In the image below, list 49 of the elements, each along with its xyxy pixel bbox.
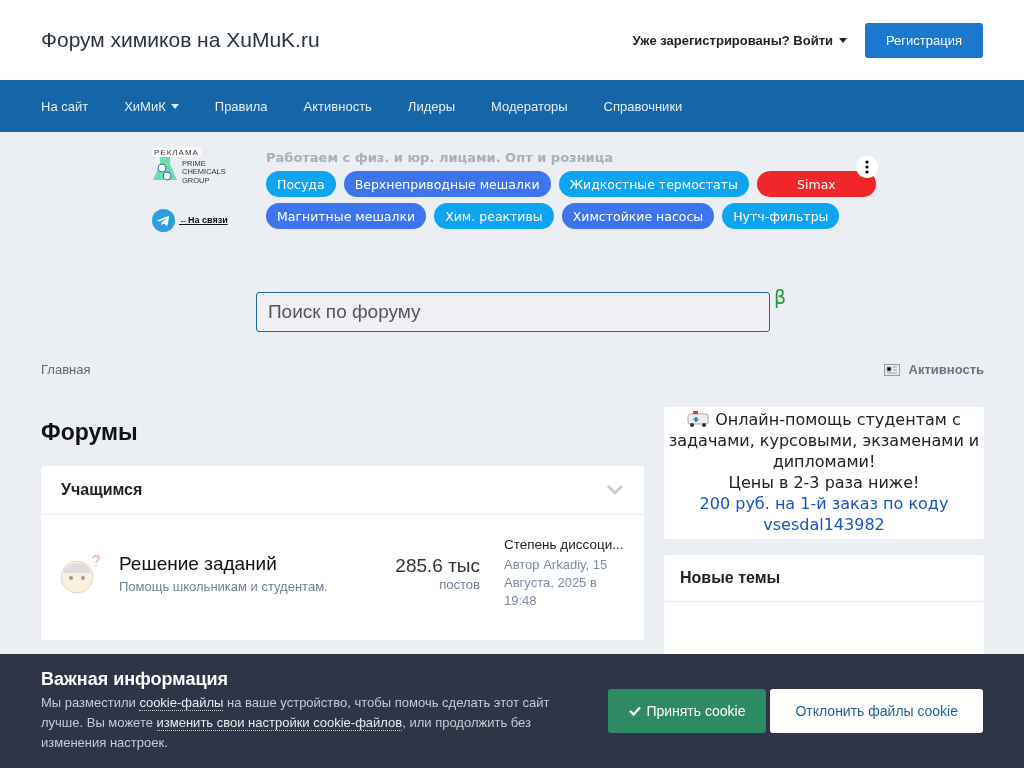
check-icon	[629, 706, 642, 716]
student-face-icon	[57, 552, 103, 595]
login-link[interactable]: Уже зарегистрированы? Войти	[632, 32, 847, 48]
beta-label: β	[773, 286, 787, 308]
page-title: Форумы	[41, 419, 139, 446]
promo-text: Онлайн-помощь студентам с задачами, курсовыми, экзаменами и дипломами!	[668, 409, 980, 472]
category-chip[interactable]: Хим. реактивы	[434, 203, 554, 229]
category-chip[interactable]: Simax	[756, 171, 876, 197]
ambulance-icon	[687, 411, 710, 427]
contact-link[interactable]: ←На связи	[179, 215, 228, 226]
breadcrumb-link[interactable]: Главная	[41, 362, 91, 377]
category-chip[interactable]: Посуда	[266, 171, 336, 197]
promo-text: Цены в 2-3 раза ниже!	[727, 472, 921, 493]
register-button[interactable]: Регистрация	[865, 22, 983, 58]
category-title[interactable]: Учащимся	[61, 481, 143, 499]
activity-link[interactable]: Активность	[883, 362, 984, 377]
last-post-title[interactable]: Степень диссоци...	[504, 537, 628, 552]
site-title[interactable]: Форум химиков на XuMuK.ru	[41, 28, 320, 52]
nav-link[interactable]: Правила	[196, 98, 286, 114]
telegram-icon	[152, 208, 175, 232]
forum-description: Помощь школьникам и студентам.	[119, 579, 329, 594]
newspaper-icon	[883, 363, 900, 376]
post-count-label: постов	[438, 577, 480, 592]
promo-link[interactable]: 200 руб. на 1-й заказ по коду vsesdal143982	[668, 493, 980, 535]
nav-link[interactable]: На сайт	[23, 98, 107, 114]
category-chip[interactable]: Химстойкие насосы	[561, 203, 715, 229]
category-chip[interactable]: Жидкостные термостаты	[558, 171, 749, 197]
cookie-text: Мы разместили cookie-файлы на ваше устройство, чтобы помочь сделать этот сайт лучше. Вы можете изменить свои настройки cookie-файлов, или продолжить без изменения настроек.	[41, 694, 551, 752]
category-chip[interactable]: Нутч-фильтры	[722, 203, 840, 229]
nav-link[interactable]: Модераторы	[473, 98, 586, 114]
category-chip[interactable]: Магнитные мешалки	[266, 203, 427, 229]
last-post-meta: Автор Arkadiy, 15 Августа, 2025 в 19:48	[504, 556, 609, 610]
nav-link[interactable]: Лидеры	[389, 98, 474, 114]
nav-link[interactable]: ХиМиК	[106, 98, 197, 114]
reject-cookie-button[interactable]: Отклонить файлы cookie	[770, 689, 983, 733]
ad-label: РЕКЛАМА	[152, 148, 201, 157]
cookie-link[interactable]: cookie-файлы	[139, 695, 224, 711]
more-icon[interactable]	[856, 156, 878, 178]
post-count: 285.6 тыс	[395, 555, 480, 577]
category-chip[interactable]: Верхнеприводные мешалки	[343, 171, 551, 197]
caret-icon	[839, 37, 847, 43]
new-topics-title: Новые темы	[664, 555, 984, 602]
forum-name[interactable]: Решение заданий	[119, 553, 396, 575]
search-field[interactable]: Поиск по форуму	[255, 292, 770, 332]
nav-link[interactable]: Активность	[285, 98, 390, 114]
accept-cookie-button[interactable]: Принять cookie	[608, 689, 767, 733]
cookie-title: Важная информация	[41, 669, 230, 690]
ad-tagline: Работаем с физ. и юр. лицами. Опт и розница	[266, 150, 615, 165]
nav-link[interactable]: Справочники	[585, 98, 701, 114]
